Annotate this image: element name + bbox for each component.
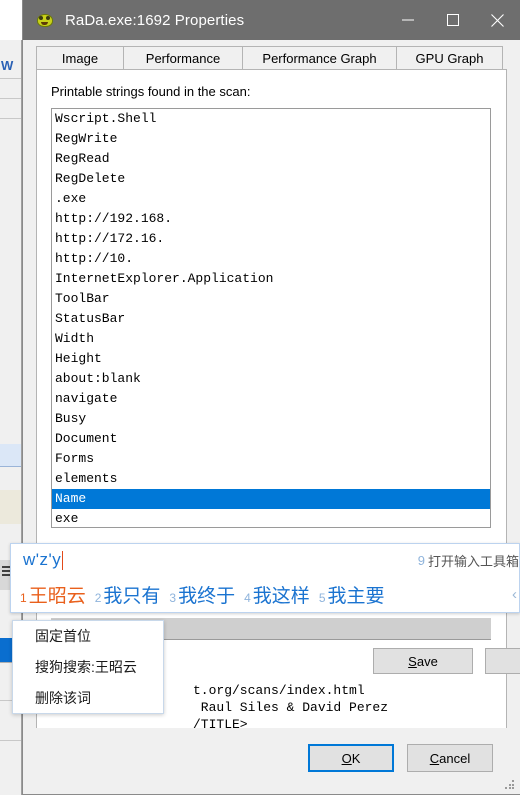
string-list-item[interactable]: navigate	[52, 389, 490, 409]
string-list-item[interactable]: Width	[52, 329, 490, 349]
ime-menu-item[interactable]: 固定首位	[13, 621, 163, 652]
ime-candidate-word: 王昭云	[28, 586, 86, 607]
string-list-item[interactable]: RegWrite	[52, 129, 490, 149]
tab-row-1: Image Performance Performance Graph GPU Gra…	[36, 46, 503, 70]
string-list-item[interactable]: RegRead	[52, 149, 490, 169]
ime-candidate-index: 1	[20, 591, 27, 605]
ime-menu-item[interactable]: 搜狗搜索:王昭云	[13, 652, 163, 683]
find-button[interactable]: F	[485, 648, 520, 674]
tab-label: GPU Graph	[415, 50, 484, 66]
ime-candidate-word: 我只有	[103, 586, 161, 607]
background-tooltip-row	[0, 490, 21, 524]
ok-button[interactable]: OK	[308, 744, 394, 772]
background-row-divider	[0, 740, 21, 741]
tab-label: Image	[61, 50, 99, 66]
save-button-label: ave	[416, 653, 438, 669]
background-row-divider	[0, 98, 21, 99]
ime-composition-row[interactable]: w'z'y 9 打开输入工具箱	[11, 544, 519, 576]
ime-panel[interactable]: w'z'y 9 打开输入工具箱 1 王昭云 2 我只有 3 我终于 4 我这样 5 我主要 ‹	[10, 543, 520, 613]
ime-candidate-index: 2	[94, 591, 102, 605]
ime-candidate-list: 1 王昭云 2 我只有 3 我终于 4 我这样 5 我主要 ‹	[11, 576, 519, 612]
bug-face-icon	[35, 10, 55, 30]
ok-button-label: K	[351, 750, 361, 766]
string-list-item[interactable]: exe	[52, 509, 490, 527]
cancel-button[interactable]: Cancel	[407, 744, 493, 772]
tab-performance[interactable]: Performance	[123, 46, 243, 70]
ime-menu-item[interactable]: 删除该词	[13, 683, 163, 714]
ime-candidate-word: 我主要	[327, 586, 385, 607]
strings-hint-label: Printable strings found in the scan:	[51, 84, 251, 99]
string-list-item[interactable]: Name	[52, 489, 490, 509]
ime-pinyin-text: w'z'y	[23, 550, 62, 569]
ime-prev-page-icon[interactable]: ‹	[512, 586, 517, 603]
background-row-divider	[0, 118, 21, 119]
string-list-item[interactable]: ToolBar	[52, 289, 490, 309]
dialog-footer: OK Cancel	[23, 728, 520, 794]
string-list-item[interactable]: StatusBar	[52, 309, 490, 329]
screen: W RaDa.exe:1692 Properties Image Perform…	[0, 0, 520, 795]
tab-performance-graph[interactable]: Performance Graph	[242, 46, 397, 70]
string-list-item[interactable]: RegDelete	[52, 169, 490, 189]
string-list-item[interactable]: InternetExplorer.Application	[52, 269, 490, 289]
string-list-item[interactable]: http://192.168.	[52, 209, 490, 229]
ime-candidate[interactable]: 2 我只有	[95, 581, 161, 608]
string-list-item[interactable]: about:blank	[52, 369, 490, 389]
ime-candidate[interactable]: 5 我主要	[319, 581, 385, 608]
background-row-divider	[0, 78, 21, 79]
window-controls	[385, 0, 520, 40]
background-window-titlebar	[0, 0, 22, 40]
text-caret	[62, 550, 64, 570]
string-list-item[interactable]: .exe	[52, 189, 490, 209]
ime-candidate-index: 5	[318, 591, 326, 605]
strings-listbox[interactable]: Wscript.Shell RegWrite RegRead RegDelete .ex…	[51, 108, 491, 528]
ime-toolbox-link[interactable]: 9 打开输入工具箱	[418, 551, 519, 570]
string-list-item[interactable]: Height	[52, 349, 490, 369]
ime-candidate-word: 我这样	[252, 586, 310, 607]
tab-label: Performance	[145, 50, 221, 66]
tab-image[interactable]: Image	[36, 46, 124, 70]
tab-gpu-graph[interactable]: GPU Graph	[396, 46, 503, 70]
ime-candidate[interactable]: 3 我终于	[169, 581, 235, 608]
window-title: RaDa.exe:1692 Properties	[65, 11, 245, 29]
ime-context-menu: 固定首位 搜狗搜索:王昭云 删除该词	[12, 620, 164, 714]
string-list-item[interactable]: elements	[52, 469, 490, 489]
save-button[interactable]: Save	[373, 648, 473, 674]
maximize-icon[interactable]	[430, 0, 475, 40]
ime-candidate[interactable]: 1 王昭云	[20, 581, 86, 608]
string-list-item[interactable]: http://10.	[52, 249, 490, 269]
ime-toolbox-label: 打开输入工具箱	[427, 553, 519, 569]
background-highlight-row	[0, 444, 21, 466]
close-icon[interactable]	[475, 0, 520, 40]
string-list-item[interactable]: http://172.16.	[52, 229, 490, 249]
ime-candidate-word: 我终于	[178, 586, 236, 607]
title-bar[interactable]: RaDa.exe:1692 Properties	[23, 0, 520, 40]
obscured-strings-text: t.org/scans/index.html Raul Siles & Davi…	[193, 683, 389, 732]
string-list-item[interactable]: Busy	[52, 409, 490, 429]
string-list-item[interactable]: Forms	[52, 449, 490, 469]
cancel-button-label: ancel	[439, 750, 471, 766]
string-list-item[interactable]: Document	[52, 429, 490, 449]
ime-candidate[interactable]: 4 我这样	[244, 581, 310, 608]
ime-candidate-index: 4	[244, 591, 251, 605]
resize-grip-icon[interactable]	[505, 780, 515, 790]
ime-toolbox-index: 9	[417, 552, 425, 568]
minimize-icon[interactable]	[385, 0, 430, 40]
ime-candidate-index: 3	[169, 591, 177, 605]
string-list-item[interactable]: Wscript.Shell	[52, 109, 490, 129]
background-window-text: W	[1, 58, 14, 73]
tab-label: Performance Graph	[262, 50, 377, 66]
background-row-divider	[0, 466, 21, 467]
